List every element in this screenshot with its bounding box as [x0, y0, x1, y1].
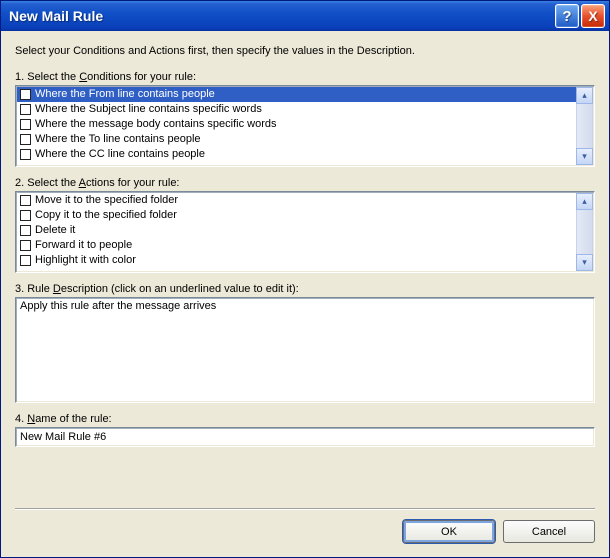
description-label: 3. Rule Description (click on an underli… — [15, 283, 595, 295]
action-item[interactable]: Delete it — [17, 223, 576, 238]
scroll-down-icon[interactable]: ▾ — [576, 148, 593, 165]
separator — [15, 508, 595, 510]
scroll-track[interactable] — [576, 104, 593, 148]
rule-name-label: 4. Name of the rule: — [15, 413, 595, 425]
checkbox-icon[interactable] — [20, 119, 31, 130]
rule-name-input[interactable] — [15, 427, 595, 447]
action-label: Move it to the specified folder — [35, 193, 178, 208]
action-item[interactable]: Forward it to people — [17, 238, 576, 253]
scroll-up-icon[interactable]: ▴ — [576, 193, 593, 210]
checkbox-icon[interactable] — [20, 134, 31, 145]
titlebar: New Mail Rule ? X — [1, 1, 609, 31]
checkbox-icon[interactable] — [20, 89, 31, 100]
scroll-up-icon[interactable]: ▴ — [576, 87, 593, 104]
intro-text: Select your Conditions and Actions first… — [15, 45, 595, 57]
conditions-label: 1. Select the Conditions for your rule: — [15, 71, 595, 83]
actions-scrollbar[interactable]: ▴ ▾ — [576, 193, 593, 271]
checkbox-icon[interactable] — [20, 195, 31, 206]
condition-label: Where the To line contains people — [35, 132, 201, 147]
conditions-list[interactable]: Where the From line contains people Wher… — [15, 85, 595, 167]
button-row: OK Cancel — [15, 520, 595, 543]
cancel-button[interactable]: Cancel — [503, 520, 595, 543]
condition-item[interactable]: Where the CC line contains people — [17, 147, 576, 162]
checkbox-icon[interactable] — [20, 149, 31, 160]
checkbox-icon[interactable] — [20, 210, 31, 221]
actions-label: 2. Select the Actions for your rule: — [15, 177, 595, 189]
checkbox-icon[interactable] — [20, 255, 31, 266]
conditions-list-inner: Where the From line contains people Wher… — [17, 87, 576, 165]
action-item[interactable]: Highlight it with color — [17, 253, 576, 268]
actions-list[interactable]: Move it to the specified folder Copy it … — [15, 191, 595, 273]
condition-label: Where the CC line contains people — [35, 147, 205, 162]
rule-description-text: Apply this rule after the message arrive… — [20, 300, 216, 312]
checkbox-icon[interactable] — [20, 104, 31, 115]
scroll-down-icon[interactable]: ▾ — [576, 254, 593, 271]
new-mail-rule-dialog: New Mail Rule ? X Select your Conditions… — [0, 0, 610, 558]
action-item[interactable]: Move it to the specified folder — [17, 193, 576, 208]
checkbox-icon[interactable] — [20, 240, 31, 251]
action-label: Highlight it with color — [35, 253, 136, 268]
action-item[interactable]: Copy it to the specified folder — [17, 208, 576, 223]
condition-label: Where the Subject line contains specific… — [35, 102, 262, 117]
action-label: Copy it to the specified folder — [35, 208, 177, 223]
actions-list-inner: Move it to the specified folder Copy it … — [17, 193, 576, 271]
window-title: New Mail Rule — [9, 8, 553, 24]
rule-description-box[interactable]: Apply this rule after the message arrive… — [15, 297, 595, 403]
help-icon[interactable]: ? — [555, 4, 579, 28]
condition-item[interactable]: Where the Subject line contains specific… — [17, 102, 576, 117]
close-icon[interactable]: X — [581, 4, 605, 28]
condition-item[interactable]: Where the message body contains specific… — [17, 117, 576, 132]
condition-item[interactable]: Where the To line contains people — [17, 132, 576, 147]
ok-button[interactable]: OK — [403, 520, 495, 543]
help-icon-glyph: ? — [562, 8, 571, 25]
scroll-track[interactable] — [576, 210, 593, 254]
dialog-body: Select your Conditions and Actions first… — [1, 31, 609, 557]
condition-item[interactable]: Where the From line contains people — [17, 87, 576, 102]
condition-label: Where the From line contains people — [35, 87, 215, 102]
checkbox-icon[interactable] — [20, 225, 31, 236]
condition-label: Where the message body contains specific… — [35, 117, 277, 132]
action-label: Forward it to people — [35, 238, 132, 253]
action-label: Delete it — [35, 223, 75, 238]
conditions-scrollbar[interactable]: ▴ ▾ — [576, 87, 593, 165]
close-icon-glyph: X — [588, 8, 597, 24]
